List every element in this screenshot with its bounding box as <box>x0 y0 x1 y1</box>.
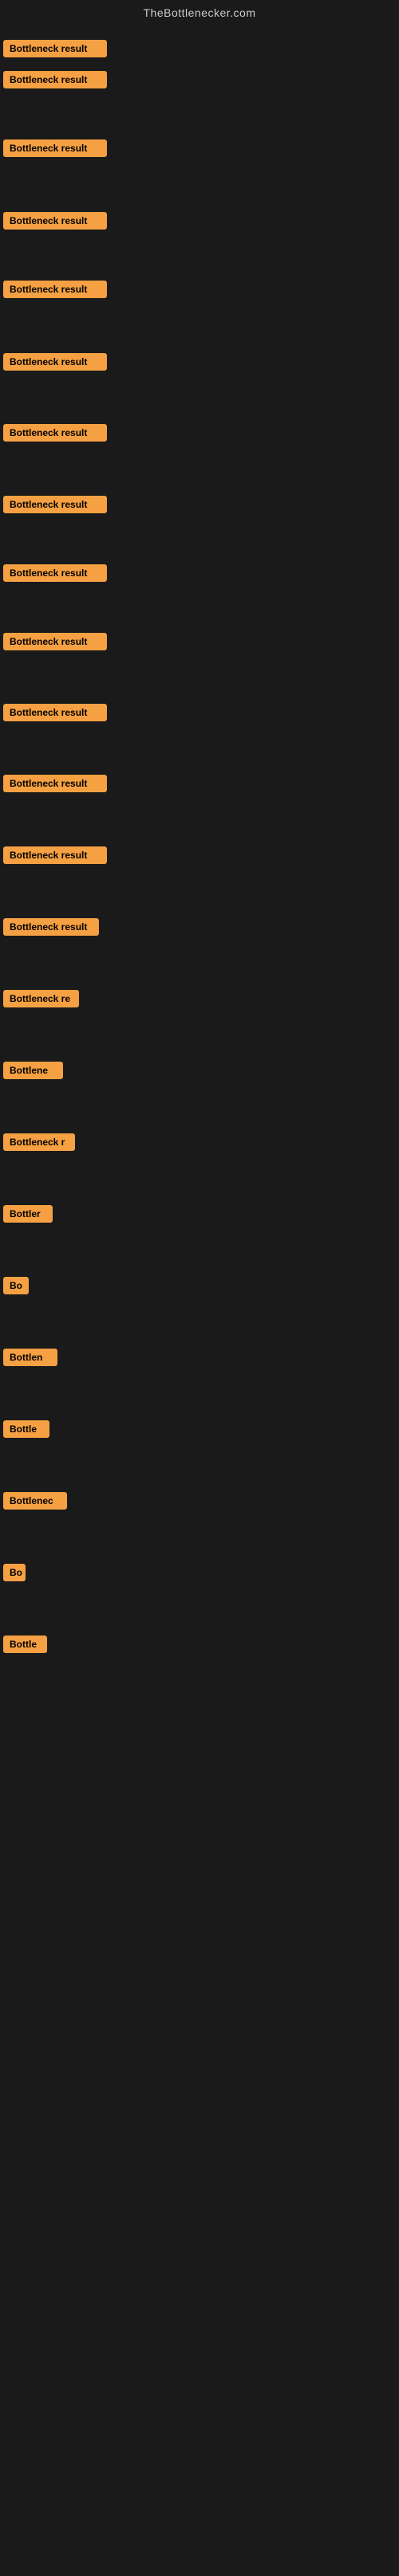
bottleneck-result-row: Bo <box>3 1564 26 1585</box>
bottleneck-badge[interactable]: Bottlene <box>3 1062 63 1079</box>
bottleneck-result-row: Bottleneck result <box>3 496 107 517</box>
bottleneck-result-row: Bottleneck result <box>3 918 99 940</box>
bottleneck-badge[interactable]: Bottleneck result <box>3 775 107 792</box>
bottleneck-badge[interactable]: Bottler <box>3 1205 53 1223</box>
bottleneck-badge[interactable]: Bottleneck result <box>3 704 107 721</box>
bottleneck-badge[interactable]: Bo <box>3 1564 26 1581</box>
bottleneck-result-row: Bottlenec <box>3 1492 67 1514</box>
bottleneck-badge[interactable]: Bottleneck result <box>3 564 107 582</box>
bottleneck-badge[interactable]: Bottleneck result <box>3 139 107 157</box>
bottleneck-badge[interactable]: Bottleneck r <box>3 1133 75 1151</box>
bottleneck-badge[interactable]: Bottleneck result <box>3 353 107 371</box>
bottleneck-result-row: Bottleneck result <box>3 40 107 61</box>
bottleneck-badge[interactable]: Bottleneck result <box>3 918 99 936</box>
bottleneck-result-row: Bottleneck result <box>3 71 107 92</box>
bottleneck-badge[interactable]: Bottleneck result <box>3 846 107 864</box>
bottleneck-badge[interactable]: Bottleneck result <box>3 424 107 442</box>
bottleneck-result-row: Bottlen <box>3 1349 57 1370</box>
bottleneck-badge[interactable]: Bottlen <box>3 1349 57 1366</box>
bottleneck-result-row: Bottleneck result <box>3 846 107 868</box>
site-title: TheBottlenecker.com <box>0 0 399 26</box>
bottleneck-result-row: Bottle <box>3 1636 47 1657</box>
bottleneck-badge[interactable]: Bottlenec <box>3 1492 67 1510</box>
bottleneck-result-row: Bottleneck result <box>3 353 107 375</box>
bottleneck-result-row: Bottleneck re <box>3 990 79 1011</box>
bottleneck-result-row: Bottleneck result <box>3 212 107 234</box>
bottleneck-result-row: Bottlene <box>3 1062 63 1083</box>
bottleneck-badge[interactable]: Bottleneck result <box>3 40 107 57</box>
bottleneck-badge[interactable]: Bottleneck result <box>3 633 107 650</box>
bottleneck-result-row: Bottler <box>3 1205 53 1227</box>
bottleneck-result-row: Bottleneck result <box>3 633 107 654</box>
bottleneck-badge[interactable]: Bottleneck result <box>3 496 107 513</box>
bottleneck-result-row: Bo <box>3 1277 29 1298</box>
bottleneck-result-row: Bottleneck result <box>3 564 107 586</box>
bottleneck-badge[interactable]: Bottle <box>3 1636 47 1653</box>
bottleneck-result-row: Bottleneck result <box>3 139 107 161</box>
bottleneck-badge[interactable]: Bottleneck re <box>3 990 79 1007</box>
bottleneck-badge[interactable]: Bottleneck result <box>3 71 107 88</box>
bottleneck-result-row: Bottleneck result <box>3 281 107 302</box>
bottleneck-result-row: Bottle <box>3 1420 49 1442</box>
bottleneck-badge[interactable]: Bottle <box>3 1420 49 1438</box>
bottleneck-result-row: Bottleneck result <box>3 424 107 446</box>
bottleneck-badge[interactable]: Bottleneck result <box>3 281 107 298</box>
bottleneck-result-row: Bottleneck result <box>3 775 107 796</box>
bottleneck-badge[interactable]: Bo <box>3 1277 29 1294</box>
bottleneck-badge[interactable]: Bottleneck result <box>3 212 107 230</box>
bottleneck-result-row: Bottleneck r <box>3 1133 75 1155</box>
bottleneck-result-row: Bottleneck result <box>3 704 107 725</box>
